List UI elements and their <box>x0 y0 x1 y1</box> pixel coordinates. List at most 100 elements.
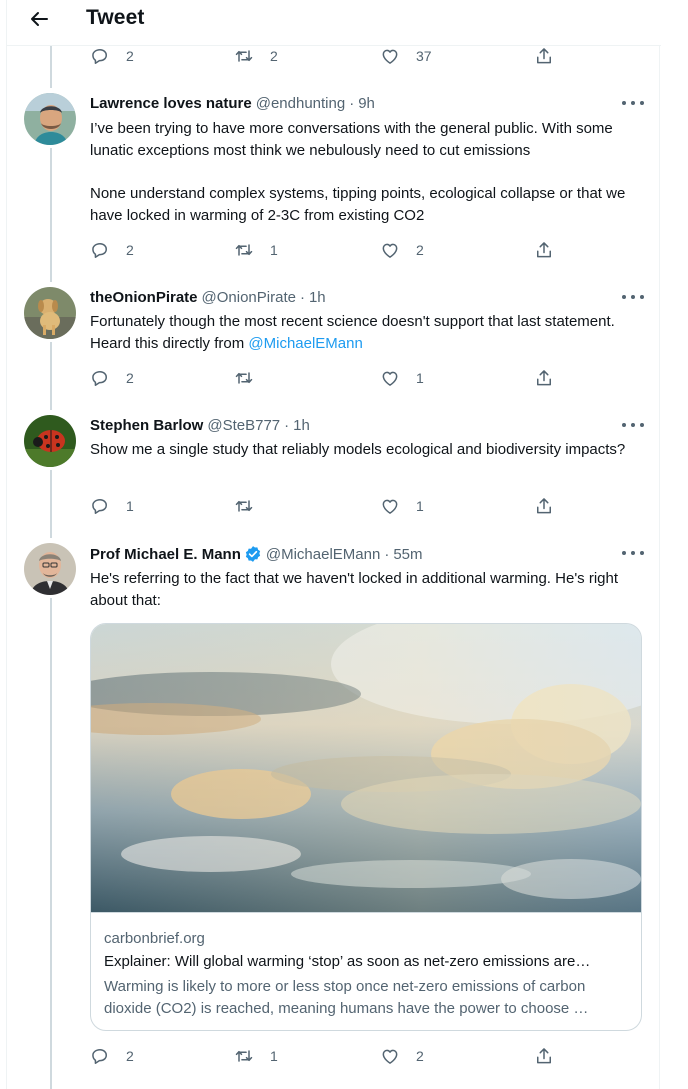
like-count: 1 <box>416 370 424 386</box>
reply-button[interactable]: 2 <box>90 44 134 68</box>
separator: · <box>384 545 390 563</box>
more-options-button[interactable] <box>622 292 644 302</box>
display-name[interactable]: Lawrence loves nature <box>90 95 252 112</box>
reply-icon <box>90 368 110 388</box>
tweet-actions: 2 1 2 <box>90 238 560 262</box>
retweet-icon <box>234 368 254 388</box>
retweet-count: 1 <box>270 1048 278 1064</box>
retweet-count: 2 <box>270 48 278 64</box>
tweet-header: theOnionPirate @OnionPirate · 1h <box>90 289 326 306</box>
arrow-left-icon <box>31 12 48 26</box>
dot <box>631 101 635 105</box>
like-button[interactable]: 2 <box>380 238 424 262</box>
share-button[interactable] <box>534 44 554 68</box>
reply-count: 2 <box>126 370 134 386</box>
share-button[interactable] <box>534 1044 554 1068</box>
reply-button[interactable]: 2 <box>90 366 134 390</box>
timestamp[interactable]: 1h <box>309 289 326 306</box>
dot <box>622 423 626 427</box>
tweet-text: Fortunately though the most recent scien… <box>90 311 640 355</box>
card-domain: carbonbrief.org <box>104 930 205 947</box>
dot <box>631 551 635 555</box>
tweet-header: Lawrence loves nature @endhunting · 9h <box>90 95 375 112</box>
share-icon <box>534 240 554 260</box>
reply-count: 1 <box>126 498 134 514</box>
like-button[interactable]: 2 <box>380 1044 424 1068</box>
reply-button[interactable]: 2 <box>90 1044 134 1068</box>
user-handle[interactable]: @SteB777 <box>207 417 280 434</box>
avatar[interactable] <box>24 93 76 145</box>
thread-line <box>50 46 52 88</box>
card-title: Explainer: Will global warming ‘stop’ as… <box>104 953 591 970</box>
dot <box>640 423 644 427</box>
avatar-image <box>24 415 76 467</box>
user-handle[interactable]: @endhunting <box>256 95 345 112</box>
dot <box>640 551 644 555</box>
share-button[interactable] <box>534 366 554 390</box>
more-options-button[interactable] <box>622 420 644 430</box>
heart-icon <box>380 368 400 388</box>
card-image <box>91 624 641 912</box>
dot <box>622 295 626 299</box>
retweet-button[interactable]: 1 <box>234 238 278 262</box>
user-handle[interactable]: @OnionPirate <box>202 289 296 306</box>
separator: · <box>284 417 290 434</box>
mention-link[interactable]: @MichaelEMann <box>248 335 362 352</box>
tweet-text: He's referring to the fact that we haven… <box>90 570 619 609</box>
avatar-image <box>24 543 76 595</box>
avatar-image <box>24 287 76 339</box>
timestamp[interactable]: 1h <box>293 417 310 434</box>
avatar[interactable] <box>24 543 76 595</box>
avatar[interactable] <box>24 415 76 467</box>
timestamp[interactable]: 55m <box>393 546 422 563</box>
tweet-header: Stephen Barlow @SteB777 · 1h <box>90 417 310 434</box>
tweet-text: None understand complex systems, tipping… <box>90 185 626 224</box>
reply-button[interactable]: 1 <box>90 494 134 518</box>
more-options-button[interactable] <box>622 548 644 558</box>
share-icon <box>534 46 554 66</box>
reply-count: 2 <box>126 48 134 64</box>
retweet-icon <box>234 240 254 260</box>
user-handle[interactable]: @MichaelEMann <box>266 546 380 563</box>
reply-count: 2 <box>126 242 134 258</box>
retweet-button[interactable]: 2 <box>234 44 278 68</box>
thread-line <box>50 598 52 1089</box>
tweet-text: I’ve been trying to have more conversati… <box>90 120 613 159</box>
dot <box>640 101 644 105</box>
like-count: 2 <box>416 242 424 258</box>
display-name[interactable]: Stephen Barlow <box>90 417 203 434</box>
verified-badge-icon <box>245 546 260 562</box>
share-button[interactable] <box>534 238 554 262</box>
like-button[interactable]: 1 <box>380 494 424 518</box>
heart-icon <box>380 496 400 516</box>
share-button[interactable] <box>534 494 554 518</box>
like-button[interactable]: 1 <box>380 366 424 390</box>
display-name[interactable]: theOnionPirate <box>90 289 198 306</box>
reply-button[interactable]: 2 <box>90 238 134 262</box>
avatar-image <box>24 93 76 145</box>
dot <box>631 295 635 299</box>
share-icon <box>534 368 554 388</box>
avatar[interactable] <box>24 287 76 339</box>
more-options-button[interactable] <box>622 98 644 108</box>
reply-icon <box>90 46 110 66</box>
timestamp[interactable]: 9h <box>358 95 375 112</box>
thread-line <box>50 148 52 282</box>
share-icon <box>534 496 554 516</box>
page-title: Tweet <box>86 6 145 29</box>
tweet-actions: 2 1 2 <box>90 1044 560 1068</box>
tweet-actions: 2 1 <box>90 366 560 390</box>
heart-icon <box>380 46 400 66</box>
retweet-button[interactable] <box>234 494 270 518</box>
reply-count: 2 <box>126 1048 134 1064</box>
separator: · <box>299 289 305 306</box>
thread-line <box>50 470 52 538</box>
retweet-button[interactable]: 1 <box>234 1044 278 1068</box>
display-name[interactable]: Prof Michael E. Mann <box>90 546 241 563</box>
back-button[interactable] <box>21 4 57 34</box>
like-button[interactable]: 37 <box>380 44 432 68</box>
retweet-button[interactable] <box>234 366 270 390</box>
dot <box>622 551 626 555</box>
retweet-count: 1 <box>270 242 278 258</box>
link-preview-card[interactable]: carbonbrief.org Explainer: Will global w… <box>90 623 642 1031</box>
